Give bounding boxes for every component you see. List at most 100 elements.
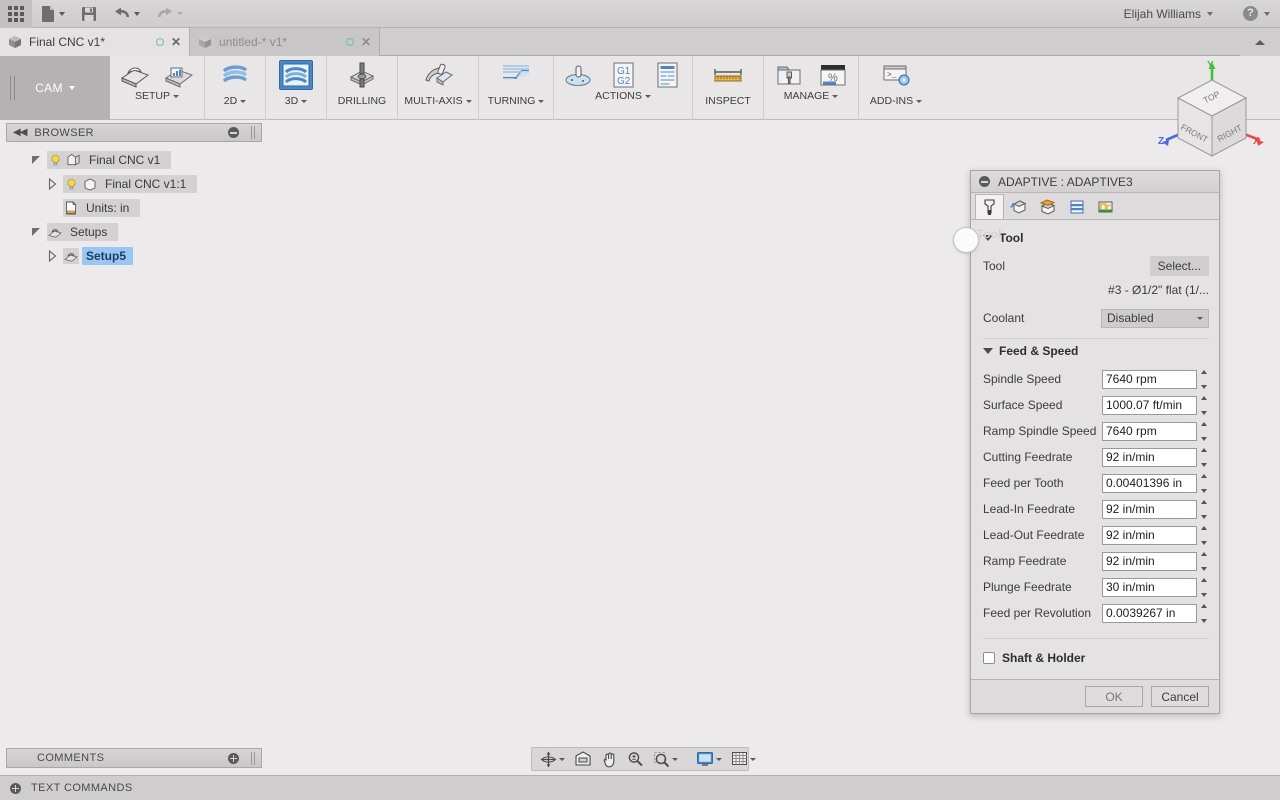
minimize-icon[interactable] — [228, 127, 239, 138]
tree-item-final-cnc-v1-1[interactable]: Final CNC v1:1 — [6, 172, 262, 196]
feed-per-tooth-input[interactable] — [1102, 473, 1197, 493]
feed-per-revolution-input[interactable] — [1102, 603, 1197, 623]
dialog-tab-geometry[interactable] — [1004, 194, 1033, 219]
look-at-button[interactable] — [570, 748, 596, 770]
expand-arrow-down-icon[interactable] — [30, 154, 42, 166]
tool-library-icon[interactable] — [768, 60, 810, 90]
expand-arrow-down-icon[interactable] — [30, 226, 42, 238]
document-tab-untitled[interactable]: untitled-* v1* ✕ — [190, 28, 380, 56]
tree-item-setup5[interactable]: Setup5 — [6, 244, 262, 268]
feed-per-revolution-stepper[interactable] — [1198, 603, 1209, 623]
section-header-tool[interactable]: Tool — [983, 231, 1209, 245]
tree-item-setups[interactable]: Setups — [6, 220, 262, 244]
undo-button[interactable] — [105, 0, 148, 28]
tool-select-button[interactable]: Select... — [1149, 256, 1209, 276]
lead-in-feedrate-input[interactable] — [1102, 499, 1197, 519]
display-settings-icon — [697, 752, 713, 766]
user-name-label: Elijah Williams — [1123, 6, 1201, 21]
ribbon-button-drilling[interactable]: DRILLING — [331, 56, 393, 116]
surface-speed-input[interactable] — [1102, 395, 1197, 415]
collapse-ribbon-button[interactable] — [1240, 28, 1280, 56]
grid-snaps-button[interactable] — [727, 748, 760, 770]
panel-resize-grip[interactable] — [251, 751, 255, 765]
apps-grid-button[interactable] — [0, 0, 32, 28]
setups-folder-icon — [47, 224, 63, 240]
close-icon[interactable]: ✕ — [361, 36, 371, 48]
dialog-tab-heights[interactable] — [1033, 194, 1062, 219]
ok-button[interactable]: OK — [1085, 686, 1143, 707]
setup-icon[interactable] — [114, 60, 156, 90]
row-plunge-feedrate: Plunge Feedrate — [983, 574, 1209, 600]
spindle-speed-stepper[interactable] — [1198, 369, 1209, 389]
ramp-spindle-speed-input[interactable] — [1102, 421, 1197, 441]
feed-per-tooth-stepper[interactable] — [1198, 473, 1209, 493]
dialog-minimize-icon[interactable] — [979, 176, 990, 187]
setup-sheet-doc-icon[interactable] — [646, 60, 688, 90]
ramp-spindle-speed-stepper[interactable] — [1198, 421, 1209, 441]
post-process-g1g2-icon[interactable]: G1 G2 — [602, 60, 644, 90]
dialog-title-bar[interactable]: ADAPTIVE : ADAPTIVE3 — [971, 171, 1219, 193]
ribbon-button-multi-axis[interactable]: MULTI-AXIS — [402, 56, 474, 116]
text-commands-bar[interactable]: TEXT COMMANDS — [0, 775, 1280, 800]
collapse-left-icon[interactable]: ◀◀ — [13, 127, 27, 138]
tree-item-units[interactable]: Units: in — [6, 196, 262, 220]
cutting-feedrate-stepper[interactable] — [1198, 447, 1209, 467]
view-cube[interactable]: Y X Z TOP FRONT RIGHT — [1152, 58, 1272, 170]
cancel-button[interactable]: Cancel — [1151, 686, 1209, 707]
plunge-feedrate-input[interactable] — [1102, 577, 1197, 597]
tree-item-final-cnc-v1[interactable]: Final CNC v1 — [6, 148, 262, 172]
ribbon-button-turning[interactable]: TURNING — [483, 56, 549, 116]
comments-panel-header[interactable]: COMMENTS — [6, 748, 262, 768]
simulate-icon[interactable] — [558, 60, 600, 90]
zoom-button[interactable] — [623, 748, 648, 770]
shaft-holder-checkbox-row[interactable]: Shaft & Holder — [983, 651, 1209, 665]
fit-button[interactable] — [649, 748, 682, 770]
section-header-feed-speed[interactable]: Feed & Speed — [983, 344, 1209, 358]
plunge-feedrate-stepper[interactable] — [1198, 577, 1209, 597]
text-commands-label: TEXT COMMANDS — [31, 782, 133, 794]
dialog-tab-tool[interactable] — [975, 194, 1004, 219]
close-icon[interactable]: ✕ — [171, 36, 181, 48]
save-button[interactable] — [73, 0, 105, 28]
cutting-feedrate-input[interactable] — [1102, 447, 1197, 467]
display-settings-button[interactable] — [692, 748, 726, 770]
ramp-feedrate-stepper[interactable] — [1198, 551, 1209, 571]
heights-tab-icon — [1039, 199, 1056, 215]
lead-out-feedrate-input[interactable] — [1102, 525, 1197, 545]
new-document-button[interactable] — [32, 0, 73, 28]
orbit-button[interactable] — [536, 748, 569, 770]
workspace-switcher-cam[interactable]: CAM — [0, 56, 110, 120]
ramp-feedrate-input[interactable] — [1102, 551, 1197, 571]
light-bulb-icon[interactable] — [47, 152, 63, 168]
ribbon-group-label-setup: SETUP — [135, 90, 179, 102]
light-bulb-icon[interactable] — [63, 176, 79, 192]
ribbon-button-inspect[interactable]: INSPECT — [697, 56, 759, 116]
coolant-select[interactable]: Disabled — [1101, 308, 1209, 328]
ribbon-button-2d[interactable]: 2D — [209, 56, 261, 116]
lead-in-feedrate-stepper[interactable] — [1198, 499, 1209, 519]
ribbon-button-3d[interactable]: 3D — [270, 56, 322, 116]
dialog-tab-linking[interactable] — [1091, 194, 1120, 219]
redo-button[interactable] — [148, 0, 191, 28]
help-menu-button[interactable]: ? — [1235, 0, 1270, 28]
orbit-icon — [540, 751, 557, 767]
shaft-holder-checkbox[interactable] — [983, 652, 995, 664]
surface-speed-stepper[interactable] — [1198, 395, 1209, 415]
ribbon-button-addins[interactable]: >_ ADD-INS — [863, 56, 929, 116]
add-comment-icon[interactable] — [228, 752, 239, 764]
spindle-speed-input[interactable] — [1102, 369, 1197, 389]
lead-out-feedrate-stepper[interactable] — [1198, 525, 1209, 545]
axis-label-z: Z — [1158, 136, 1164, 147]
expand-arrow-right-icon[interactable] — [46, 178, 58, 190]
machining-time-percent-icon[interactable]: % — [812, 60, 854, 90]
dialog-drag-knob[interactable] — [953, 227, 979, 253]
document-tab-final-cnc[interactable]: Final CNC v1* ✕ — [0, 28, 190, 56]
expand-icon[interactable] — [10, 782, 21, 794]
expand-arrow-right-icon[interactable] — [46, 250, 58, 262]
panel-resize-grip[interactable] — [251, 126, 255, 139]
dialog-tab-passes[interactable] — [1062, 194, 1091, 219]
pan-button[interactable] — [597, 748, 622, 770]
ribbon-group-3d: 3D — [266, 56, 327, 120]
user-menu-button[interactable]: Elijah Williams — [1116, 0, 1221, 28]
setup-sheet-icon[interactable] — [158, 60, 200, 90]
